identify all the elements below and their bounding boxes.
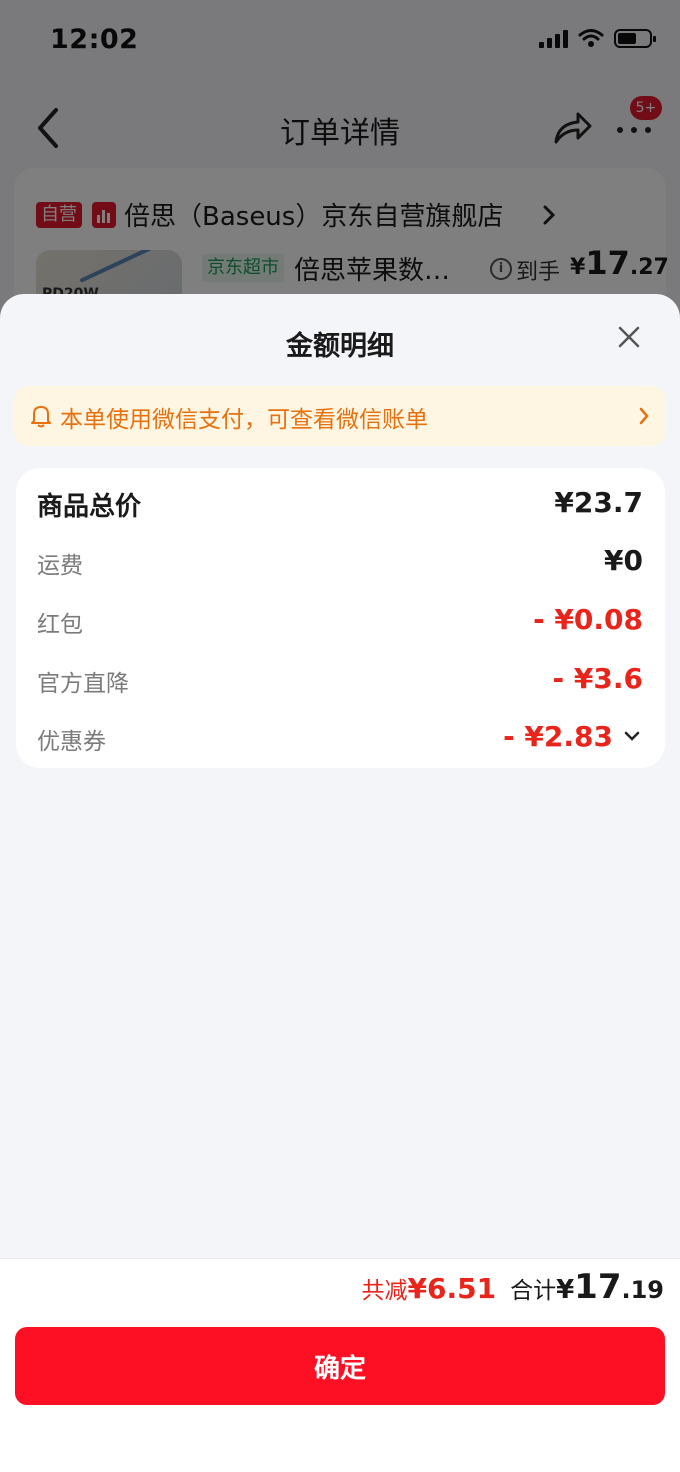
wechat-bill-banner[interactable]: 本单使用微信支付，可查看微信账单: [14, 386, 666, 446]
wechat-banner-text: 本单使用微信支付，可查看微信账单: [60, 407, 428, 433]
row-shipping: 运费 ¥0: [37, 544, 643, 586]
row-amount: ¥23.7: [554, 486, 643, 519]
row-goods-total: 商品总价 ¥23.7: [37, 486, 643, 528]
confirm-button[interactable]: 确定: [15, 1327, 665, 1405]
close-icon[interactable]: [614, 322, 644, 352]
chevron-right-icon: [639, 407, 649, 425]
row-official-discount: 官方直降 - ¥3.6: [37, 662, 643, 704]
bell-icon: [31, 406, 51, 428]
amount-detail-sheet: 金额明细 本单使用微信支付，可查看微信账单 商品总价 ¥23.7 运费 ¥0 红…: [0, 294, 680, 1472]
row-label: 商品总价: [37, 492, 142, 522]
row-label: 运费: [37, 553, 83, 579]
row-amount: - ¥0.08: [533, 603, 643, 636]
total-integer: 17: [574, 1267, 622, 1307]
row-coupon[interactable]: 优惠券 - ¥2.83: [37, 720, 643, 762]
chevron-down-icon[interactable]: [623, 730, 641, 742]
row-label: 红包: [37, 612, 83, 638]
row-label: 官方直降: [37, 671, 129, 697]
amount-detail-card: 商品总价 ¥23.7 运费 ¥0 红包 - ¥0.08 官方直降 - ¥3.6 …: [16, 468, 665, 768]
row-amount: - ¥2.83: [503, 720, 613, 753]
total-label: 合计: [510, 1278, 557, 1304]
row-red-packet: 红包 - ¥0.08: [37, 603, 643, 645]
summary-line: 共减 ¥6.51 合计 ¥17.19: [361, 1267, 664, 1307]
sheet-title: 金额明细: [286, 331, 394, 362]
total-currency: ¥: [556, 1275, 575, 1305]
total-reduce-label: 共减: [361, 1278, 408, 1304]
sheet-footer: 共减 ¥6.51 合计 ¥17.19 确定: [0, 1258, 680, 1472]
row-amount: - ¥3.6: [552, 662, 643, 695]
total-reduce-value: ¥6.51: [407, 1272, 497, 1305]
row-amount: ¥0: [604, 544, 643, 577]
row-label: 优惠券: [37, 729, 106, 755]
total-decimal: .19: [621, 1276, 664, 1304]
